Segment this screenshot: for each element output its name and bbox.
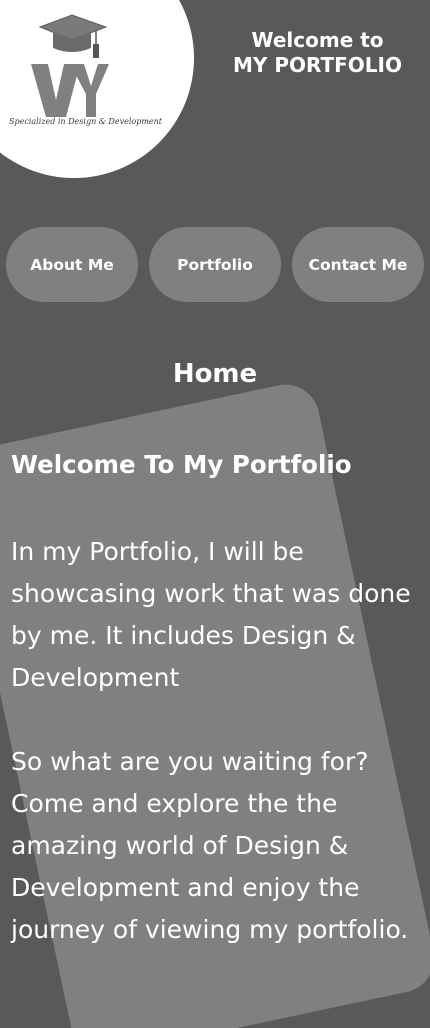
home-content: Welcome To My Portfolio In my Portfolio,…	[11, 447, 421, 951]
logo[interactable]: Specialized in Design & Development	[0, 0, 200, 180]
content-heading: Welcome To My Portfolio	[11, 450, 352, 479]
welcome-line-2: MY PORTFOLIO	[232, 53, 402, 77]
intro-paragraph: In my Portfolio, I will be showcasing wo…	[11, 537, 411, 692]
welcome-title: Welcome to MY PORTFOLIO	[215, 28, 420, 78]
logo-tagline: Specialized in Design & Development	[9, 117, 163, 126]
invite-paragraph: So what are you waiting for? Come and ex…	[11, 747, 409, 944]
contact-me-button[interactable]: Contact Me	[292, 227, 424, 302]
section-title: Home	[172, 359, 258, 389]
page: Specialized in Design & Development Welc…	[0, 0, 430, 1028]
portfolio-button[interactable]: Portfolio	[149, 227, 281, 302]
graduation-cap-logo-icon	[31, 14, 109, 117]
about-me-button[interactable]: About Me	[6, 227, 138, 302]
welcome-line-1: Welcome to	[251, 28, 384, 52]
main-nav: About Me Portfolio Contact Me	[6, 227, 424, 302]
